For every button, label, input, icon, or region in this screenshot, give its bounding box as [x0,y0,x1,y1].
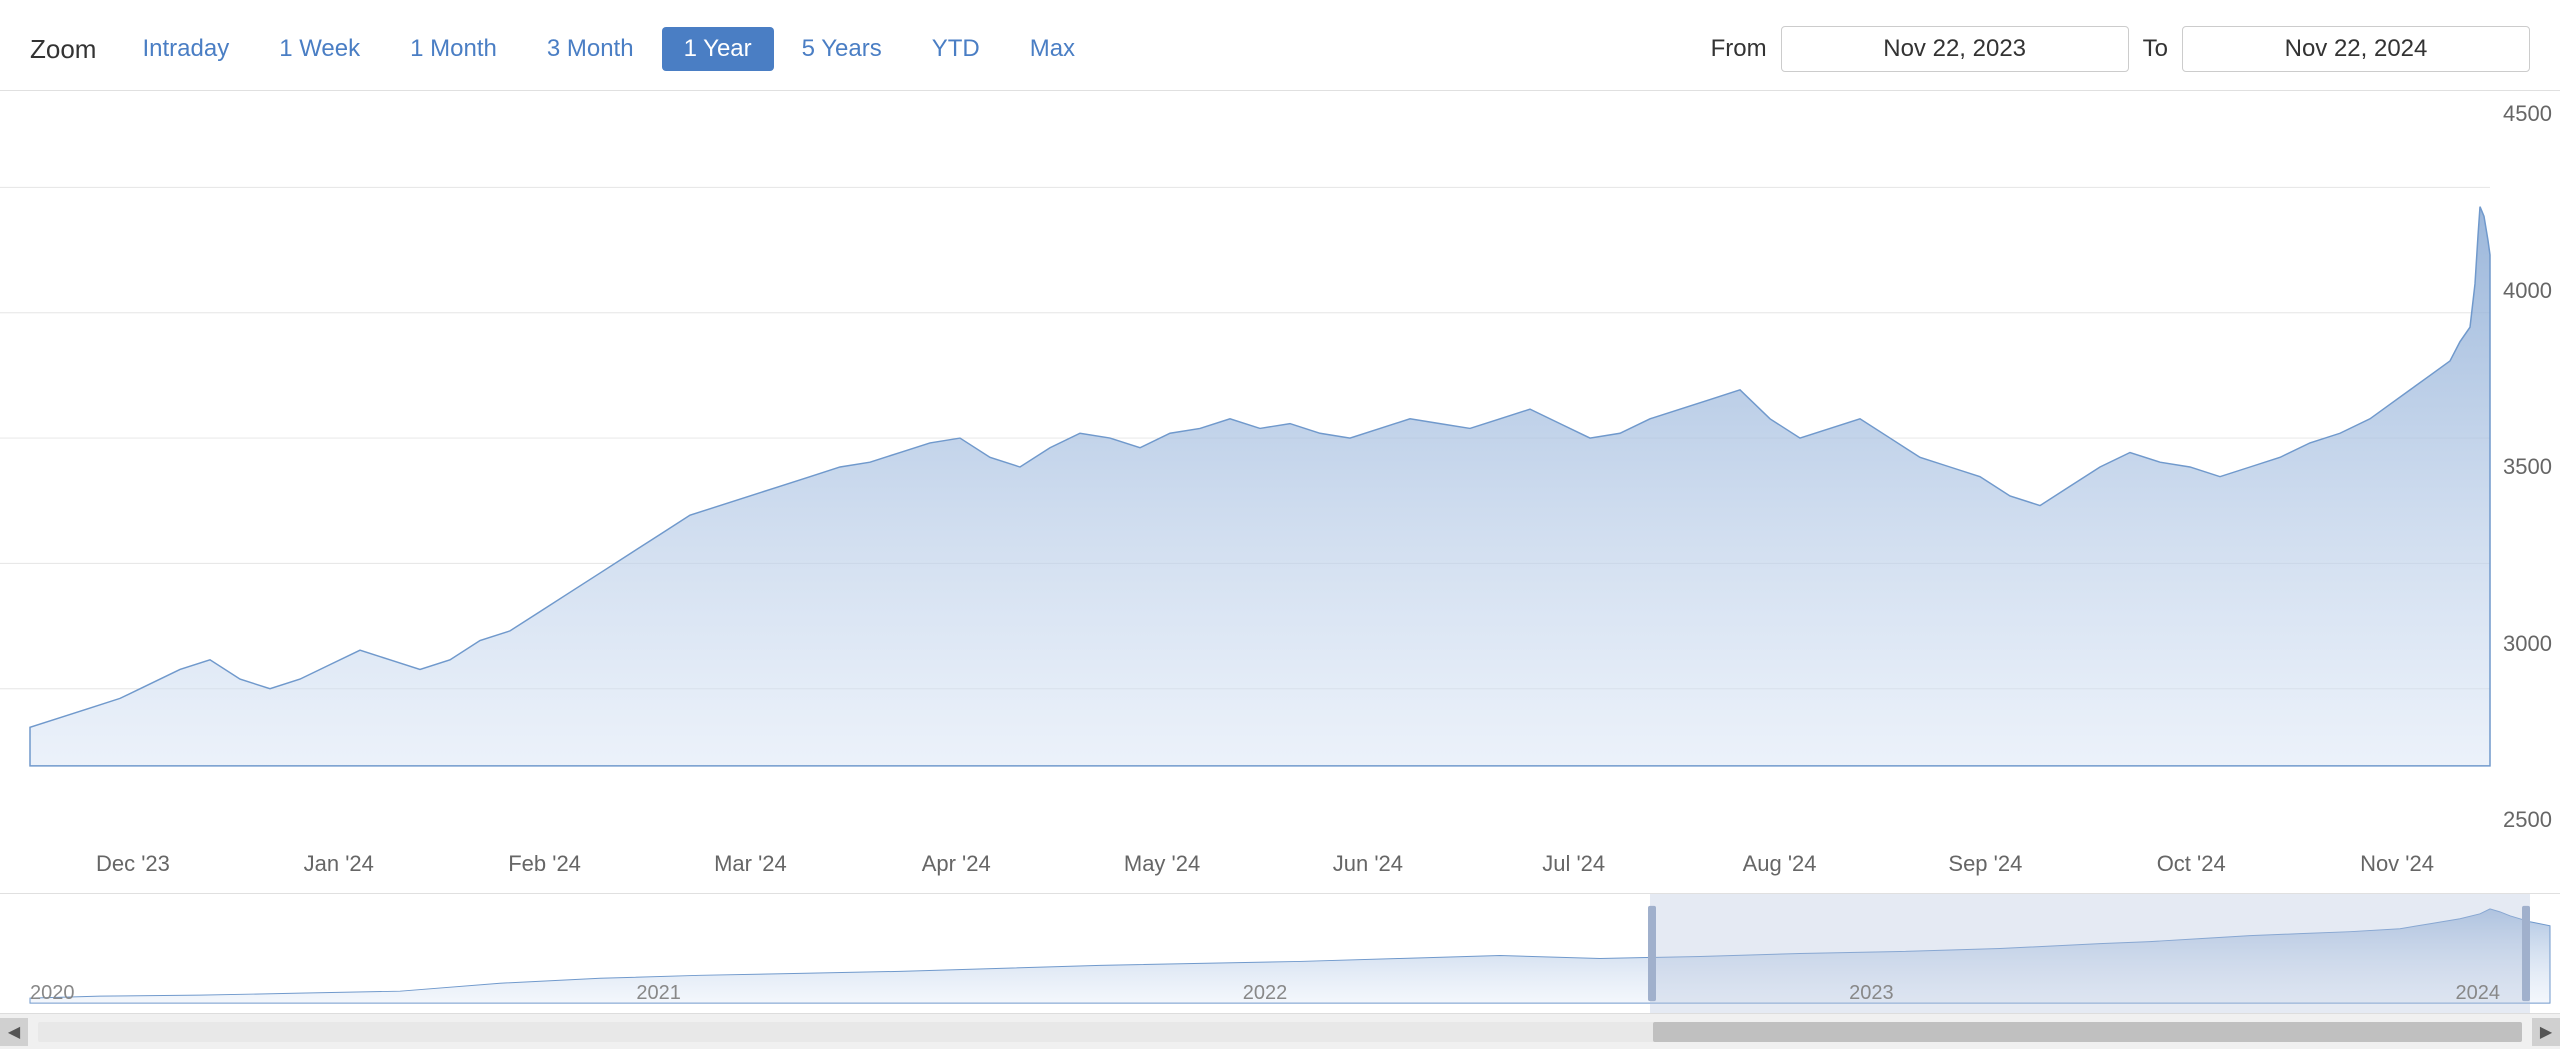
zoom-btn-1month[interactable]: 1 Month [388,27,519,71]
mini-year-2022: 2022 [1243,982,1288,1005]
from-date-input[interactable] [1781,26,2129,72]
y-label-3000: 3000 [2498,631,2552,657]
x-label-may24: May '24 [1059,851,1265,885]
zoom-btn-1week[interactable]: 1 Week [257,27,382,71]
scroll-right-button[interactable]: ▶ [2532,1018,2560,1046]
date-range: From To [1711,26,2530,72]
y-label-2500: 2500 [2498,807,2552,833]
mini-chart-area: 2020 2021 2022 2023 2024 [0,893,2560,1013]
zoom-btn-ytd[interactable]: YTD [910,27,1002,71]
to-label: To [2143,35,2168,63]
main-chart-svg [0,91,2560,843]
scrollbar-area: ◀ ▶ [0,1013,2560,1049]
chart-container: Zoom Intraday 1 Week 1 Month 3 Month 1 Y… [0,0,2560,1049]
y-label-4000: 4000 [2498,278,2552,304]
y-axis-labels: 4500 4000 3500 3000 2500 [2490,91,2560,843]
mini-year-2021: 2021 [636,982,681,1005]
y-label-3500: 3500 [2498,454,2552,480]
x-label-jul24: Jul '24 [1471,851,1677,885]
scroll-left-button[interactable]: ◀ [0,1018,28,1046]
mini-year-2024: 2024 [2456,982,2501,1005]
zoom-label: Zoom [30,34,96,65]
toolbar: Zoom Intraday 1 Week 1 Month 3 Month 1 Y… [0,0,2560,90]
y-label-4500: 4500 [2498,101,2552,127]
zoom-buttons: Intraday 1 Week 1 Month 3 Month 1 Year 5… [120,27,1710,71]
zoom-btn-1year[interactable]: 1 Year [662,27,774,71]
scrollbar-track[interactable] [38,1022,2522,1042]
mini-year-2020: 2020 [30,982,75,1005]
x-label-jan24: Jan '24 [236,851,442,885]
x-label-apr24: Apr '24 [853,851,1059,885]
x-label-mar24: Mar '24 [647,851,853,885]
x-label-nov24: Nov '24 [2294,851,2500,885]
x-axis-labels: Dec '23 Jan '24 Feb '24 Mar '24 Apr '24 … [0,843,2560,893]
main-chart-area: 4500 4000 3500 3000 2500 [0,90,2560,843]
mini-year-2023: 2023 [1849,982,1894,1005]
zoom-btn-intraday[interactable]: Intraday [120,27,251,71]
x-label-sep24: Sep '24 [1882,851,2088,885]
x-label-jun24: Jun '24 [1265,851,1471,885]
x-label-oct24: Oct '24 [2088,851,2294,885]
zoom-btn-3month[interactable]: 3 Month [525,27,656,71]
to-date-input[interactable] [2182,26,2530,72]
mini-year-labels: 2020 2021 2022 2023 2024 [30,982,2500,1005]
zoom-btn-5years[interactable]: 5 Years [780,27,904,71]
zoom-btn-max[interactable]: Max [1008,27,1097,71]
x-label-dec23: Dec '23 [30,851,236,885]
scrollbar-thumb[interactable] [1653,1022,2522,1042]
x-label-aug24: Aug '24 [1677,851,1883,885]
from-label: From [1711,35,1767,63]
x-label-feb24: Feb '24 [442,851,648,885]
